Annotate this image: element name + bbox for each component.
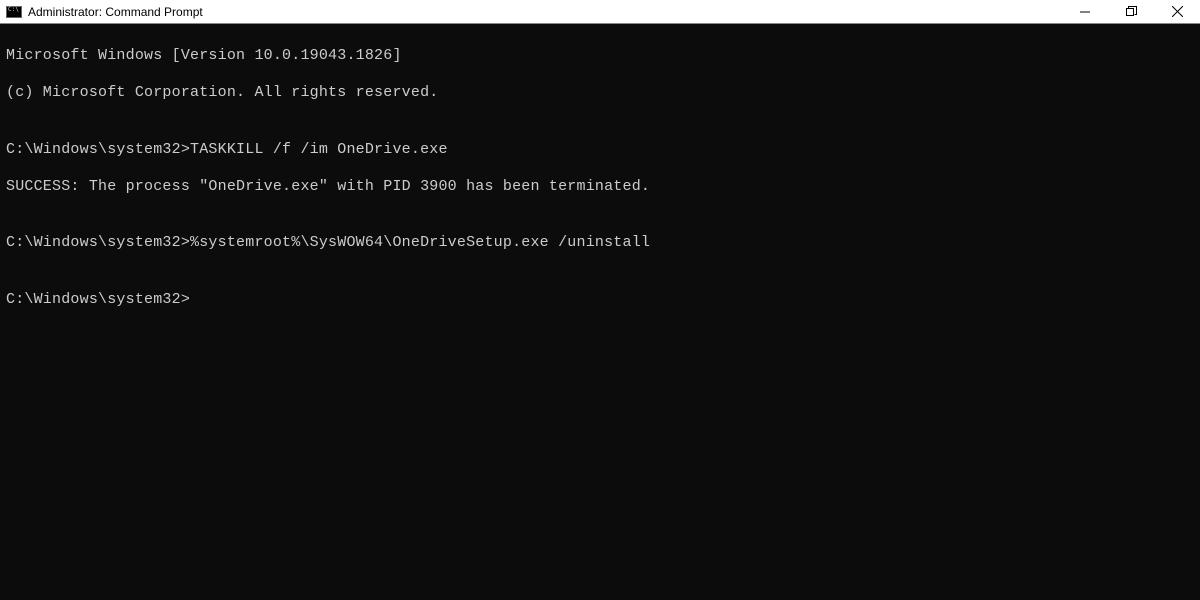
prompt-line-1: C:\Windows\system32>TASKKILL /f /im OneD… — [6, 141, 1194, 160]
minimize-icon — [1080, 7, 1090, 17]
prompt-line-3: C:\Windows\system32> — [6, 291, 1194, 310]
window-controls — [1062, 0, 1200, 23]
window-title: Administrator: Command Prompt — [28, 5, 203, 19]
copyright-line: (c) Microsoft Corporation. All rights re… — [6, 84, 1194, 103]
maximize-button[interactable] — [1108, 0, 1154, 24]
output-line: SUCCESS: The process "OneDrive.exe" with… — [6, 178, 1194, 197]
command-text: TASKKILL /f /im OneDrive.exe — [190, 141, 448, 158]
terminal-area[interactable]: Microsoft Windows [Version 10.0.19043.18… — [0, 24, 1200, 600]
close-button[interactable] — [1154, 0, 1200, 24]
cmd-icon — [6, 6, 22, 18]
maximize-icon — [1126, 6, 1137, 17]
prompt-line-2: C:\Windows\system32>%systemroot%\SysWOW6… — [6, 234, 1194, 253]
prompt-path: C:\Windows\system32> — [6, 291, 190, 308]
prompt-path: C:\Windows\system32> — [6, 234, 190, 251]
titlebar-left: Administrator: Command Prompt — [6, 5, 203, 19]
close-icon — [1172, 6, 1183, 17]
titlebar: Administrator: Command Prompt — [0, 0, 1200, 24]
command-text: %systemroot%\SysWOW64\OneDriveSetup.exe … — [190, 234, 650, 251]
version-line: Microsoft Windows [Version 10.0.19043.18… — [6, 47, 1194, 66]
minimize-button[interactable] — [1062, 0, 1108, 24]
prompt-path: C:\Windows\system32> — [6, 141, 190, 158]
